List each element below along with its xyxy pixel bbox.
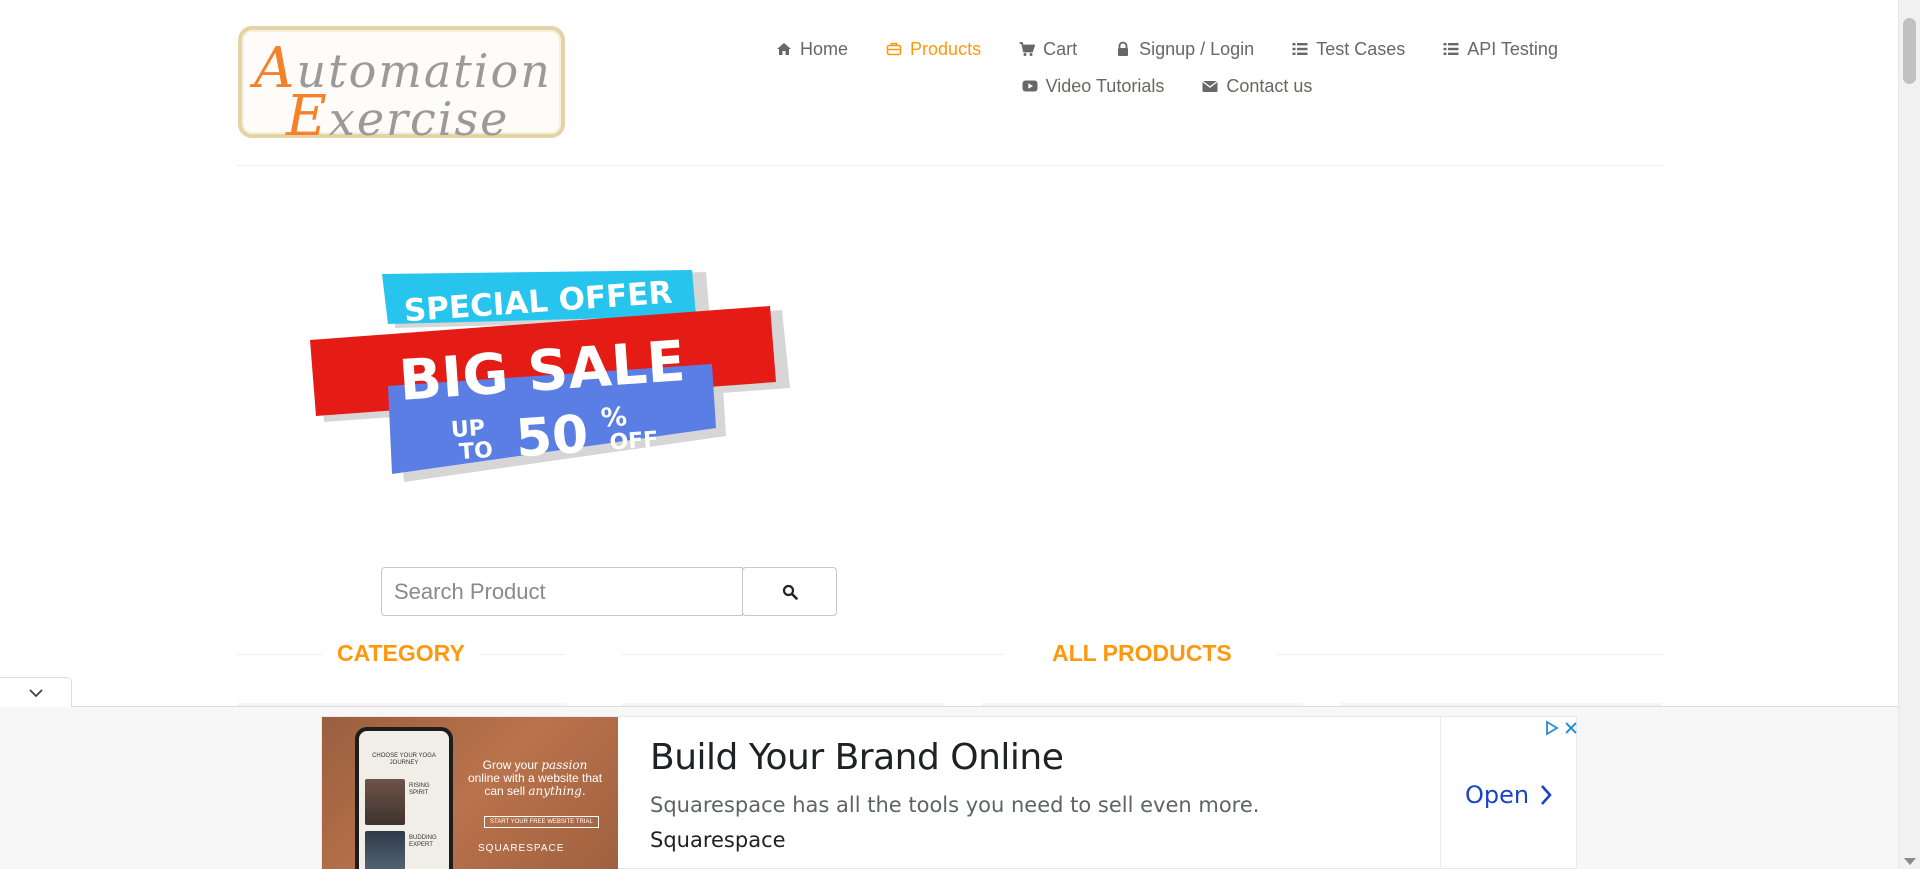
phone-mockup: CHOOSE YOUR YOGA JOURNEY RISING SPIRIT B…	[355, 727, 453, 869]
search-bar	[381, 567, 837, 616]
banner-to: TO	[458, 438, 493, 465]
category-title-rule-left	[237, 654, 322, 655]
ad-headline[interactable]: Build Your Brand Online	[650, 737, 1064, 778]
phone-photo	[365, 779, 405, 825]
nav-signup-login[interactable]: Signup / Login	[1096, 36, 1273, 62]
site-header: Automation Exercise Home Products Cart S…	[237, 0, 1663, 166]
main-nav: Home Products Cart Signup / Login Test C…	[717, 36, 1617, 99]
nav-test-cases-label: Test Cases	[1316, 38, 1406, 59]
phone-item-2: BUDDING EXPERT	[409, 835, 437, 848]
close-icon[interactable]	[1563, 720, 1579, 736]
category-title: CATEGORY	[337, 640, 465, 666]
ad-image-copy: Grow your passion online with a website …	[467, 758, 603, 798]
search-button[interactable]	[742, 567, 837, 616]
home-icon	[776, 41, 792, 57]
nav-contact-label: Contact us	[1226, 75, 1313, 96]
briefcase-icon	[886, 41, 902, 57]
youtube-play-icon	[1022, 78, 1038, 94]
ad-image-cta: START YOUR FREE WEBSITE TRIAL	[484, 816, 599, 828]
nav-api-testing[interactable]: API Testing	[1424, 36, 1577, 62]
banner-fifty: 50	[514, 405, 590, 470]
nav-products[interactable]: Products	[867, 36, 1000, 62]
nav-cart-label: Cart	[1043, 38, 1078, 59]
list-icon	[1292, 41, 1308, 57]
scrollbar-thumb[interactable]	[1903, 18, 1916, 84]
ad-open-button[interactable]: Open	[1440, 781, 1578, 809]
sale-banner: SPECIAL OFFER BIG SALE UP TO 50 % OFF	[300, 260, 800, 500]
phone-heading: CHOOSE YOUR YOGA JOURNEY	[372, 753, 436, 766]
category-title-rule-right	[481, 654, 566, 655]
ad-collapse-toggle[interactable]	[0, 677, 72, 707]
nav-home-label: Home	[800, 38, 849, 59]
ad-creative[interactable]: CHOOSE YOUR YOGA JOURNEY RISING SPIRIT B…	[321, 716, 1577, 869]
site-logo[interactable]: Automation Exercise	[238, 26, 565, 149]
adchoices-icon[interactable]	[1544, 720, 1560, 736]
search-product-input[interactable]	[381, 567, 743, 616]
nav-signup-label: Signup / Login	[1139, 38, 1255, 59]
phone-photo	[365, 831, 405, 869]
logo-line-2: Exercise	[286, 84, 510, 149]
scroll-down-arrow-icon[interactable]	[1904, 858, 1916, 865]
envelope-icon	[1202, 78, 1218, 94]
nav-video-tutorials[interactable]: Video Tutorials	[1003, 73, 1184, 99]
chevron-down-icon	[28, 685, 44, 701]
ad-description: Squarespace has all the tools you need t…	[650, 793, 1260, 817]
banner-off: OFF	[609, 427, 659, 455]
squarespace-logo: SQUARESPACE	[478, 843, 565, 854]
nav-products-label: Products	[910, 38, 982, 59]
shopping-cart-icon	[1019, 41, 1036, 57]
phone-item-1: RISING SPIRIT	[409, 783, 430, 796]
products-title-rule-left	[622, 654, 1004, 655]
list-icon	[1443, 41, 1459, 57]
anchor-ad: CHOOSE YOUR YOGA JOURNEY RISING SPIRIT B…	[0, 707, 1898, 869]
nav-test-cases[interactable]: Test Cases	[1273, 36, 1424, 62]
search-icon	[782, 584, 798, 600]
lock-icon	[1115, 41, 1131, 57]
all-products-title: ALL PRODUCTS	[1052, 640, 1232, 666]
nav-video-label: Video Tutorials	[1045, 75, 1165, 96]
ad-image[interactable]: CHOOSE YOUR YOGA JOURNEY RISING SPIRIT B…	[322, 717, 618, 869]
chevron-right-icon	[1539, 784, 1553, 806]
nav-api-testing-label: API Testing	[1467, 38, 1558, 59]
nav-cart[interactable]: Cart	[1000, 36, 1096, 62]
ad-open-label: Open	[1464, 781, 1530, 809]
page-scrollbar[interactable]	[1898, 0, 1920, 869]
products-title-rule-right	[1277, 654, 1663, 655]
nav-home[interactable]: Home	[757, 36, 867, 62]
ad-advertiser: Squarespace	[650, 828, 786, 852]
nav-contact-us[interactable]: Contact us	[1183, 73, 1331, 99]
